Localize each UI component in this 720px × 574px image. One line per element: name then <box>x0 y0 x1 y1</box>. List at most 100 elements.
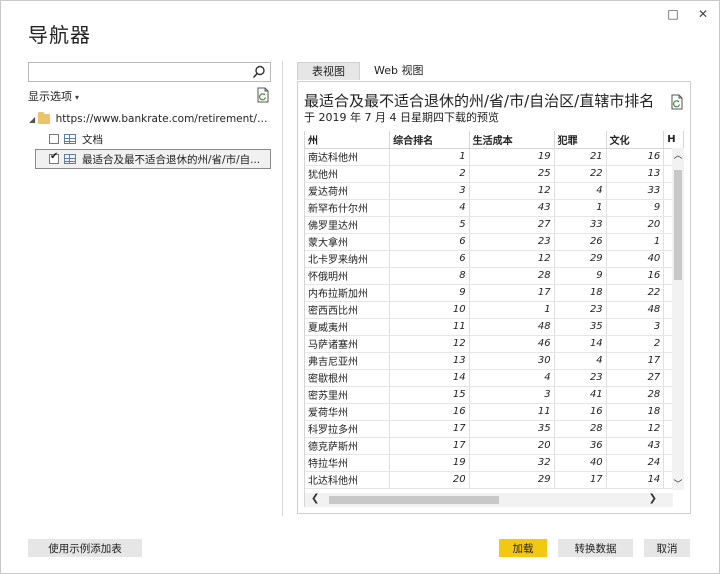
table-cell[interactable]: 43 <box>469 199 555 217</box>
tree-item-ranking-table[interactable]: 最适合及最不适合退休的州/省/市/自... <box>35 149 271 169</box>
table-cell[interactable]: 2 <box>606 335 665 353</box>
cancel-button[interactable]: 取消 <box>644 539 690 557</box>
display-options-dropdown[interactable]: 显示选项 ▾ <box>28 88 79 104</box>
table-cell[interactable]: 佛罗里达州 <box>305 216 391 234</box>
table-cell[interactable]: 46 <box>469 335 555 353</box>
table-cell[interactable]: 18 <box>554 284 607 302</box>
search-box[interactable] <box>28 62 271 82</box>
pane-divider[interactable] <box>282 61 283 516</box>
table-cell[interactable]: 26 <box>554 233 607 251</box>
table-cell[interactable]: 27 <box>469 216 555 234</box>
table-cell[interactable]: 33 <box>606 182 665 200</box>
column-header[interactable]: 犯罪 <box>554 131 607 149</box>
table-cell[interactable]: 1 <box>606 233 665 251</box>
table-cell[interactable]: 南达科他州 <box>305 148 391 166</box>
chevron-right-icon[interactable]: ❯ <box>649 493 657 504</box>
table-cell[interactable]: 爱荷华州 <box>305 403 391 421</box>
table-cell[interactable]: 28 <box>606 386 665 404</box>
load-button[interactable]: 加载 <box>499 539 547 557</box>
table-cell[interactable]: 25 <box>469 165 555 183</box>
table-cell[interactable]: 爱达荷州 <box>305 182 391 200</box>
column-header[interactable]: 生活成本 <box>469 131 555 149</box>
table-cell[interactable]: 17 <box>554 471 607 489</box>
table-cell[interactable]: 密歇根州 <box>305 369 391 387</box>
expand-triangle-icon[interactable]: ◢ <box>29 115 38 124</box>
table-cell[interactable]: 16 <box>554 403 607 421</box>
table-cell[interactable]: 43 <box>606 437 665 455</box>
vertical-scrollbar[interactable]: ︿ ﹀ <box>672 148 684 490</box>
table-cell[interactable]: 12 <box>469 182 555 200</box>
table-cell[interactable]: 13 <box>389 352 470 370</box>
table-cell[interactable]: 15 <box>389 386 470 404</box>
table-cell[interactable]: 24 <box>606 454 665 472</box>
table-cell[interactable]: 9 <box>554 267 607 285</box>
table-cell[interactable]: 2 <box>389 165 470 183</box>
table-cell[interactable]: 35 <box>469 420 555 438</box>
table-cell[interactable]: 40 <box>554 454 607 472</box>
table-cell[interactable]: 夏威夷州 <box>305 318 391 336</box>
table-cell[interactable]: 18 <box>606 403 665 421</box>
tree-item-document[interactable]: 文档 <box>29 129 271 149</box>
table-cell[interactable]: 9 <box>389 284 470 302</box>
table-cell[interactable]: 8 <box>389 267 470 285</box>
table-cell[interactable]: 17 <box>389 420 470 438</box>
table-cell[interactable]: 19 <box>389 454 470 472</box>
close-icon[interactable]: ✕ <box>697 7 709 21</box>
table-cell[interactable]: 14 <box>389 369 470 387</box>
tree-root[interactable]: ◢ https://www.bankrate.com/retirement/be… <box>29 109 271 129</box>
table-cell[interactable]: 17 <box>469 284 555 302</box>
table-cell[interactable]: 4 <box>389 199 470 217</box>
table-cell[interactable]: 12 <box>606 420 665 438</box>
table-cell[interactable]: 33 <box>554 216 607 234</box>
table-cell[interactable]: 6 <box>389 233 470 251</box>
table-cell[interactable]: 德克萨斯州 <box>305 437 391 455</box>
search-input[interactable] <box>29 63 244 81</box>
transform-data-button[interactable]: 转换数据 <box>558 539 633 557</box>
table-cell[interactable]: 32 <box>469 454 555 472</box>
table-cell[interactable]: 41 <box>554 386 607 404</box>
table-cell[interactable]: 20 <box>469 437 555 455</box>
vertical-scroll-thumb[interactable] <box>674 170 682 280</box>
table-cell[interactable]: 14 <box>554 335 607 353</box>
chevron-up-icon[interactable]: ︿ <box>672 148 684 161</box>
horizontal-scrollbar[interactable]: ❮ ❯ <box>305 493 673 507</box>
table-cell[interactable]: 4 <box>554 182 607 200</box>
column-header[interactable]: 文化 <box>606 131 665 149</box>
table-cell[interactable]: 14 <box>606 471 665 489</box>
horizontal-scroll-thumb[interactable] <box>329 496 499 504</box>
table-cell[interactable]: 29 <box>554 250 607 268</box>
table-cell[interactable]: 16 <box>389 403 470 421</box>
table-cell[interactable]: 6 <box>389 250 470 268</box>
table-cell[interactable]: 35 <box>554 318 607 336</box>
table-cell[interactable]: 科罗拉多州 <box>305 420 391 438</box>
table-cell[interactable]: 30 <box>469 352 555 370</box>
refresh-icon[interactable] <box>670 94 684 110</box>
table-cell[interactable]: 怀俄明州 <box>305 267 391 285</box>
table-cell[interactable]: 22 <box>606 284 665 302</box>
table-cell[interactable]: 13 <box>606 165 665 183</box>
table-cell[interactable]: 20 <box>606 216 665 234</box>
table-cell[interactable]: 新罕布什尔州 <box>305 199 391 217</box>
table-cell[interactable]: 48 <box>469 318 555 336</box>
table-cell[interactable]: 密苏里州 <box>305 386 391 404</box>
tab-table-view[interactable]: 表视图 <box>297 62 360 80</box>
table-cell[interactable]: 17 <box>389 437 470 455</box>
chevron-left-icon[interactable]: ❮ <box>311 493 319 504</box>
table-cell[interactable]: 23 <box>469 233 555 251</box>
table-cell[interactable]: 36 <box>554 437 607 455</box>
table-cell[interactable]: 11 <box>469 403 555 421</box>
table-cell[interactable]: 内布拉斯加州 <box>305 284 391 302</box>
table-cell[interactable]: 17 <box>606 352 665 370</box>
table-cell[interactable]: 16 <box>606 267 665 285</box>
table-cell[interactable]: 3 <box>606 318 665 336</box>
table-cell[interactable]: 3 <box>389 182 470 200</box>
table-cell[interactable]: 20 <box>389 471 470 489</box>
maximize-icon[interactable]: □ <box>667 7 679 21</box>
table-cell[interactable]: 12 <box>469 250 555 268</box>
table-cell[interactable]: 马萨诸塞州 <box>305 335 391 353</box>
table-cell[interactable]: 1 <box>554 199 607 217</box>
table-cell[interactable]: 28 <box>469 267 555 285</box>
table-cell[interactable]: 犹他州 <box>305 165 391 183</box>
table-cell[interactable]: 1 <box>389 148 470 166</box>
table-cell[interactable]: 21 <box>554 148 607 166</box>
